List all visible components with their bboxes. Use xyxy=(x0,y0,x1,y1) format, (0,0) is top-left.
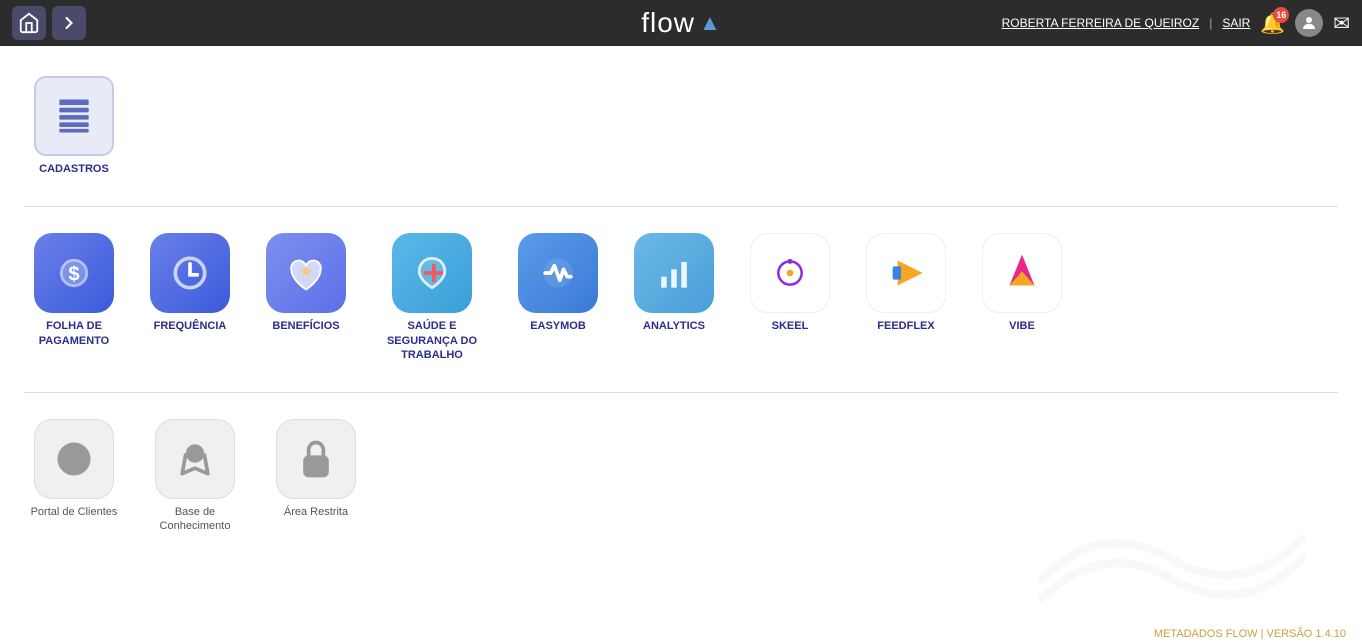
app-item-folha[interactable]: $ FOLHA DE PAGAMENTO xyxy=(24,233,124,362)
folha-icon: $ xyxy=(34,233,114,313)
app-item-beneficios[interactable]: BENEFÍCIOS xyxy=(256,233,356,362)
skeel-label: SKEEL xyxy=(772,319,809,333)
folha-label: FOLHA DE PAGAMENTO xyxy=(24,319,124,348)
app-item-vibe[interactable]: VIBE xyxy=(972,233,1072,362)
saude-icon xyxy=(392,233,472,313)
header-right: ROBERTA FERREIRA DE QUEIROZ | SAIR 🔔 16 … xyxy=(1002,9,1350,37)
base-icon xyxy=(155,419,235,499)
section-bottom-apps: Portal de Clientes Base de Conhecimento xyxy=(24,409,1338,554)
logo-icon: ▲ xyxy=(699,10,721,36)
mail-icon[interactable]: ✉ xyxy=(1333,11,1350,36)
footer-text: METADADOS FLOW | VERSÃO 1.4.10 xyxy=(1154,628,1346,640)
app-item-frequencia[interactable]: FREQUÊNCIA xyxy=(140,233,240,362)
arrow-button[interactable] xyxy=(52,6,86,40)
notifications-bell[interactable]: 🔔 16 xyxy=(1260,11,1285,36)
app-item-analytics[interactable]: ANALYTICS xyxy=(624,233,724,362)
cadastros-label: CADASTROS xyxy=(39,162,109,176)
logo-text: flow xyxy=(641,7,695,39)
saude-label: SAÚDE E SEGURANÇA DO TRABALHO xyxy=(372,319,492,362)
bottom-apps-grid: Portal de Clientes Base de Conhecimento xyxy=(24,409,1338,554)
user-name[interactable]: ROBERTA FERREIRA DE QUEIROZ xyxy=(1002,16,1200,30)
beneficios-icon xyxy=(266,233,346,313)
area-icon xyxy=(276,419,356,499)
sair-link[interactable]: SAIR xyxy=(1222,16,1250,30)
header-logo: flow ▲ xyxy=(641,7,721,39)
frequencia-label: FREQUÊNCIA xyxy=(154,319,227,333)
feedflex-label: FEEDFLEX xyxy=(877,319,934,333)
app-item-area[interactable]: Área Restrita xyxy=(266,419,366,534)
main-apps-grid: $ FOLHA DE PAGAMENTO FREQUÊNCIA xyxy=(24,223,1338,382)
cadastros-grid: CADASTROS xyxy=(24,66,1338,196)
divider-2 xyxy=(24,392,1338,393)
frequencia-icon xyxy=(150,233,230,313)
beneficios-label: BENEFÍCIOS xyxy=(272,319,339,333)
skeel-icon xyxy=(750,233,830,313)
area-label: Área Restrita xyxy=(284,505,348,519)
main-content: CADASTROS $ FOLHA DE PAGAMENTO xyxy=(0,46,1362,644)
app-item-easymob[interactable]: EASYMOB xyxy=(508,233,608,362)
easymob-label: EASYMOB xyxy=(530,319,586,333)
home-button[interactable] xyxy=(12,6,46,40)
app-header: flow ▲ ROBERTA FERREIRA DE QUEIROZ | SAI… xyxy=(0,0,1362,46)
easymob-icon xyxy=(518,233,598,313)
app-item-feedflex[interactable]: FEEDFLEX xyxy=(856,233,956,362)
app-item-skeel[interactable]: SKEEL xyxy=(740,233,840,362)
portal-icon xyxy=(34,419,114,499)
section-cadastros: CADASTROS xyxy=(24,66,1338,196)
app-item-base[interactable]: Base de Conhecimento xyxy=(140,419,250,534)
cadastros-icon xyxy=(34,76,114,156)
section-main-apps: $ FOLHA DE PAGAMENTO FREQUÊNCIA xyxy=(24,223,1338,382)
bell-badge: 16 xyxy=(1273,7,1289,23)
header-left xyxy=(12,6,86,40)
user-avatar[interactable] xyxy=(1295,9,1323,37)
separator: | xyxy=(1209,16,1212,30)
app-item-cadastros[interactable]: CADASTROS xyxy=(24,76,124,176)
portal-label: Portal de Clientes xyxy=(31,505,118,519)
svg-text:$: $ xyxy=(68,264,79,286)
feedflex-icon xyxy=(866,233,946,313)
divider-1 xyxy=(24,206,1338,207)
footer: METADADOS FLOW | VERSÃO 1.4.10 xyxy=(1138,624,1362,644)
vibe-label: VIBE xyxy=(1009,319,1035,333)
analytics-icon xyxy=(634,233,714,313)
app-item-saude[interactable]: SAÚDE E SEGURANÇA DO TRABALHO xyxy=(372,233,492,362)
analytics-label: ANALYTICS xyxy=(643,319,705,333)
app-item-portal[interactable]: Portal de Clientes xyxy=(24,419,124,534)
base-label: Base de Conhecimento xyxy=(140,505,250,534)
vibe-icon xyxy=(982,233,1062,313)
